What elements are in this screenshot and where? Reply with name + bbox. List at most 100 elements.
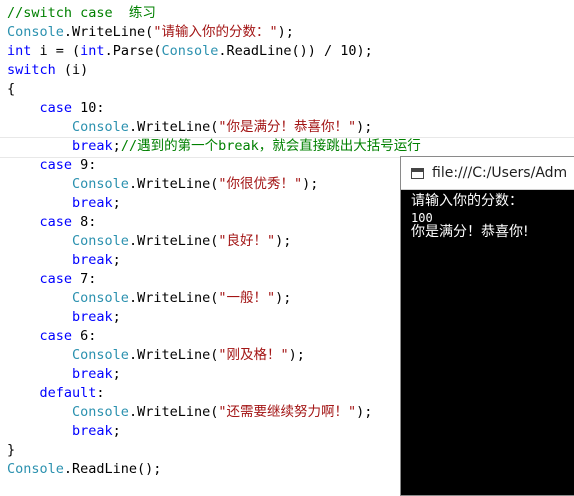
code-line[interactable]: break; [7, 251, 121, 270]
code-token-cl: Console [72, 233, 129, 249]
code-line[interactable]: Console.WriteLine("你是满分！恭喜你！"); [7, 118, 372, 137]
code-token-cl: Console [72, 290, 129, 306]
code-line[interactable]: Console.ReadLine(); [7, 460, 161, 479]
code-token-pl: ); [275, 290, 292, 306]
code-line[interactable]: case 10: [7, 99, 105, 118]
console-window[interactable]: file:///C:/Users/Adm 请输入你的分数： 100 你是满分！恭… [400, 156, 574, 496]
code-token-kw: break [72, 309, 113, 325]
code-token-pl: ); [277, 24, 294, 40]
console-output-line-1: 请输入你的分数： [411, 193, 523, 209]
code-token-st: "还需要继续努力啊！" [218, 404, 357, 420]
code-token-pl: .WriteLine( [128, 290, 219, 306]
code-token-pl: 10: [72, 100, 105, 116]
code-line[interactable]: default: [7, 384, 105, 403]
code-line[interactable]: case 6: [7, 327, 97, 346]
code-token-pl: ; [112, 138, 121, 154]
code-line[interactable]: switch (i) [7, 61, 88, 80]
code-token-kw: default [39, 385, 97, 401]
code-line[interactable]: Console.WriteLine("请输入你的分数："); [7, 23, 294, 42]
code-token-cl: Console [72, 119, 129, 135]
console-title-bar[interactable]: file:///C:/Users/Adm [401, 157, 574, 190]
code-line[interactable]: Console.WriteLine("良好！"); [7, 232, 291, 251]
code-token-pl: ); [356, 404, 373, 420]
code-token-pl: .ReadLine()) / 10); [218, 43, 373, 59]
code-token-st: "良好！" [218, 233, 276, 249]
code-token-pl: .WriteLine( [128, 347, 219, 363]
code-token-pl: ); [302, 176, 319, 192]
code-token-st: "刚及格！" [218, 347, 289, 363]
code-line[interactable]: { [7, 80, 15, 99]
code-token-pl: : [96, 385, 105, 401]
code-token-kw: case [39, 328, 73, 344]
code-token-pl: 6: [72, 328, 97, 344]
code-line[interactable]: case 9: [7, 156, 97, 175]
console-title: file:///C:/Users/Adm [432, 165, 568, 181]
code-token-pl: .WriteLine( [128, 119, 219, 135]
code-line[interactable]: break; [7, 308, 121, 327]
code-token-pl: .ReadLine(); [63, 461, 162, 477]
code-token-kw: break [72, 252, 113, 268]
code-token-cl: Console [7, 24, 64, 40]
code-token-kw: case [39, 271, 73, 287]
code-token-st: "请输入你的分数：" [153, 24, 278, 40]
code-token-pl: 8: [72, 214, 97, 230]
code-token-pl: ); [275, 233, 292, 249]
code-token-pl: ; [112, 252, 121, 268]
code-line[interactable]: break; [7, 194, 121, 213]
code-line[interactable]: Console.WriteLine("刚及格！"); [7, 346, 305, 365]
code-line[interactable]: case 8: [7, 213, 97, 232]
code-token-pl: ); [288, 347, 305, 363]
code-token-pl: .WriteLine( [128, 404, 219, 420]
code-token-pl: 7: [72, 271, 97, 287]
code-token-pl: } [7, 442, 16, 458]
code-token-cl: Console [72, 176, 129, 192]
code-token-pl: .WriteLine( [128, 176, 219, 192]
code-token-pl: 9: [72, 157, 97, 173]
code-token-kw: break [72, 423, 113, 439]
code-line[interactable]: break; [7, 365, 121, 384]
code-line[interactable]: Console.WriteLine("还需要继续努力啊！"); [7, 403, 372, 422]
code-line[interactable]: Console.WriteLine("你很优秀！"); [7, 175, 318, 194]
code-token-kw: break [72, 366, 113, 382]
code-token-cm: //遇到的第一个break，就会直接跳出大括号运行 [120, 138, 421, 154]
code-token-st: "你很优秀！" [218, 176, 303, 192]
code-token-pl: (i) [55, 62, 89, 78]
code-token-kw: int [7, 43, 32, 59]
code-token-kw: case [39, 100, 73, 116]
code-line[interactable]: int i = (int.Parse(Console.ReadLine()) /… [7, 42, 373, 61]
code-line[interactable]: //switch case 练习 [7, 4, 156, 23]
code-token-kw: case [39, 214, 73, 230]
code-token-cl: Console [7, 461, 64, 477]
code-token-pl: i = ( [31, 43, 81, 59]
code-line[interactable]: case 7: [7, 270, 97, 289]
code-token-kw: case [39, 157, 73, 173]
code-token-st: "你是满分！恭喜你！" [218, 119, 357, 135]
console-output-line-3: 你是满分！恭喜你! [411, 224, 529, 240]
code-token-pl: ; [112, 366, 121, 382]
code-token-pl: ; [112, 309, 121, 325]
code-token-kw: int [80, 43, 105, 59]
code-token-cm: //switch case 练习 [7, 5, 156, 21]
console-window-icon [411, 167, 424, 179]
code-line[interactable]: break;//遇到的第一个break，就会直接跳出大括号运行 [7, 137, 421, 156]
code-line[interactable]: break; [7, 422, 121, 441]
code-token-pl: { [7, 81, 16, 97]
code-line[interactable]: Console.WriteLine("一般！"); [7, 289, 291, 308]
code-token-kw: switch [7, 62, 56, 78]
code-token-pl: .WriteLine( [128, 233, 219, 249]
code-line[interactable]: } [7, 441, 15, 460]
